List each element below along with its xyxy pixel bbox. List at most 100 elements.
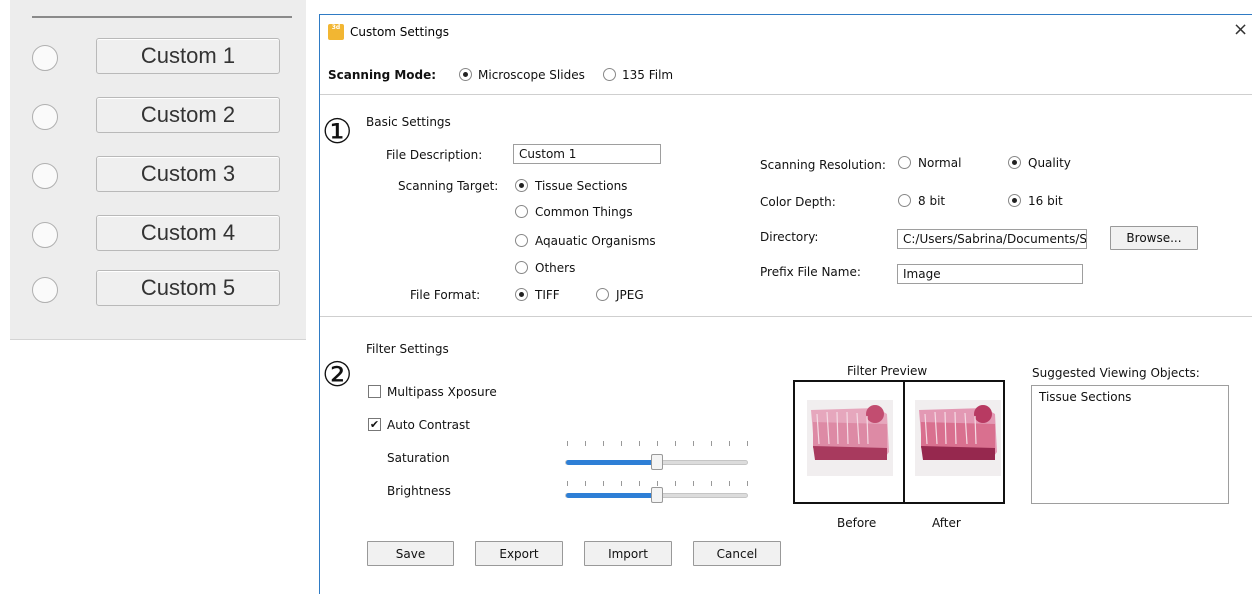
save-button[interactable]: Save: [367, 541, 454, 566]
suggested-item[interactable]: Tissue Sections: [1039, 390, 1131, 404]
export-button[interactable]: Export: [475, 541, 563, 566]
slider-tick: [639, 441, 640, 446]
custom-3-button[interactable]: Custom 3: [96, 156, 280, 192]
slider-tick: [621, 481, 622, 486]
custom-5-radio[interactable]: [32, 277, 58, 303]
panel-divider: [32, 16, 292, 18]
16-bit-radio[interactable]: [1008, 194, 1021, 207]
file-description-field[interactable]: Custom 1: [513, 144, 661, 164]
slider-tick: [729, 481, 730, 486]
custom-2-radio[interactable]: [32, 104, 58, 130]
slider-tick: [747, 481, 748, 486]
filter-preview-title: Filter Preview: [847, 364, 928, 378]
multipass-xposure-label[interactable]: Multipass Xposure: [387, 385, 497, 399]
auto-contrast-label[interactable]: Auto Contrast: [387, 418, 470, 432]
slider-tick: [585, 441, 586, 446]
slider-tick: [693, 481, 694, 486]
scanning-resolution-label: Scanning Resolution:: [760, 158, 886, 172]
auto-contrast-checkbox[interactable]: ✔: [368, 418, 381, 431]
custom-preset-row: Custom 1: [10, 38, 306, 78]
others-radio[interactable]: [515, 261, 528, 274]
saturation-fill: [566, 460, 657, 465]
normal-label[interactable]: Normal: [918, 156, 961, 170]
custom-4-button[interactable]: Custom 4: [96, 215, 280, 251]
custom-preset-row: Custom 5: [10, 270, 306, 310]
microscope-slides-radio[interactable]: [459, 68, 472, 81]
common-things-radio[interactable]: [515, 205, 528, 218]
tiff-label[interactable]: TIFF: [535, 288, 560, 302]
custom-preset-row: Custom 2: [10, 97, 306, 137]
8-bit-radio[interactable]: [898, 194, 911, 207]
prefix-file-name-field[interactable]: Image: [897, 264, 1083, 284]
custom-2-button[interactable]: Custom 2: [96, 97, 280, 133]
slider-tick: [567, 481, 568, 486]
custom-4-radio[interactable]: [32, 222, 58, 248]
custom-settings-dialog: 3d Custom Settings × Scanning Mode: Micr…: [319, 14, 1252, 594]
custom-1-radio[interactable]: [32, 45, 58, 71]
prefix-file-name-label: Prefix File Name:: [760, 265, 861, 279]
custom-5-button[interactable]: Custom 5: [96, 270, 280, 306]
slider-tick: [621, 441, 622, 446]
import-button[interactable]: Import: [584, 541, 672, 566]
tissue-sections-label[interactable]: Tissue Sections: [535, 179, 627, 193]
filter-preview-frame: [793, 380, 1005, 504]
slider-tick: [585, 481, 586, 486]
microscope-slides-label[interactable]: Microscope Slides: [478, 68, 585, 82]
135-film-radio[interactable]: [603, 68, 616, 81]
custom-1-button[interactable]: Custom 1: [96, 38, 280, 74]
slider-tick: [639, 481, 640, 486]
cancel-button[interactable]: Cancel: [693, 541, 781, 566]
custom-3-radio[interactable]: [32, 163, 58, 189]
directory-field[interactable]: C:/Users/Sabrina/Documents/S: [897, 229, 1087, 249]
tiff-radio[interactable]: [515, 288, 528, 301]
app-icon-text: 3d: [331, 24, 341, 31]
scanning-mode-label: Scanning Mode:: [328, 68, 437, 82]
section-divider: [320, 94, 1252, 95]
custom-preset-row: Custom 3: [10, 156, 306, 196]
saturation-label: Saturation: [387, 451, 450, 465]
close-icon[interactable]: ×: [1233, 19, 1248, 40]
slider-tick: [729, 441, 730, 446]
suggested-viewing-list[interactable]: Tissue Sections: [1031, 385, 1229, 504]
window-title: Custom Settings: [350, 25, 450, 39]
brightness-slider[interactable]: [565, 487, 748, 503]
before-label: Before: [837, 516, 877, 530]
custom-presets-panel: Custom 1 Custom 2 Custom 3 Custom 4 Cust…: [10, 0, 306, 340]
8-bit-label[interactable]: 8 bit: [918, 194, 945, 208]
jpeg-label[interactable]: JPEG: [616, 288, 644, 302]
after-label: After: [932, 516, 961, 530]
slider-tick: [603, 481, 604, 486]
filter-settings-heading: Filter Settings: [366, 342, 449, 356]
slider-tick: [657, 481, 658, 486]
tissue-sections-radio[interactable]: [515, 179, 528, 192]
slider-tick: [603, 441, 604, 446]
slider-tick: [675, 481, 676, 486]
custom-preset-row: Custom 4: [10, 215, 306, 255]
app-icon: 3d: [328, 24, 344, 40]
normal-radio[interactable]: [898, 156, 911, 169]
aquatic-organisms-label[interactable]: Aqauatic Organisms: [535, 234, 656, 248]
basic-settings-heading: Basic Settings: [366, 115, 451, 129]
others-label[interactable]: Others: [535, 261, 575, 275]
quality-label[interactable]: Quality: [1028, 156, 1071, 170]
aquatic-organisms-radio[interactable]: [515, 234, 528, 247]
16-bit-label[interactable]: 16 bit: [1028, 194, 1063, 208]
common-things-label[interactable]: Common Things: [535, 205, 633, 219]
preview-divider: [903, 382, 905, 502]
multipass-xposure-checkbox[interactable]: [368, 385, 381, 398]
saturation-ticks: [567, 441, 748, 447]
browse-button[interactable]: Browse...: [1110, 226, 1198, 250]
quality-radio[interactable]: [1008, 156, 1021, 169]
directory-label: Directory:: [760, 230, 819, 244]
tissue-after-image: [915, 400, 1001, 476]
section-number-1: ①: [322, 112, 353, 152]
check-icon: ✔: [369, 418, 380, 431]
brightness-thumb[interactable]: [650, 487, 663, 503]
tissue-before-image: [807, 400, 893, 476]
saturation-slider[interactable]: [565, 454, 748, 470]
slider-tick: [657, 441, 658, 446]
135-film-label[interactable]: 135 Film: [622, 68, 673, 82]
section-divider: [320, 316, 1252, 317]
saturation-thumb[interactable]: [650, 454, 663, 470]
jpeg-radio[interactable]: [596, 288, 609, 301]
